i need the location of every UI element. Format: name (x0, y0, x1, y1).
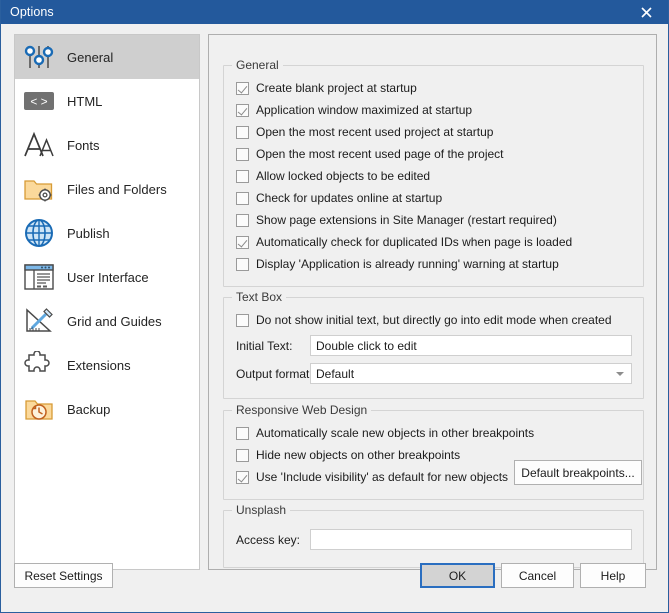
puzzle-piece-icon (23, 349, 55, 381)
settings-panel: General Create blank project at startup … (208, 34, 657, 570)
checkbox-label: Automatically check for duplicated IDs w… (256, 235, 572, 249)
sidebar-item-label: Backup (67, 402, 110, 417)
sidebar-item-extensions[interactable]: Extensions (15, 343, 199, 387)
checkbox-use-include-visibility[interactable]: Use 'Include visibility' as default for … (236, 469, 508, 485)
sidebar-item-label: General (67, 50, 113, 65)
checkbox-open-recent-page[interactable]: Open the most recent used page of the pr… (236, 146, 504, 162)
checkbox-open-recent-project[interactable]: Open the most recent used project at sta… (236, 124, 493, 140)
checkbox-box[interactable] (236, 214, 249, 227)
checkbox-label: Open the most recent used project at sta… (256, 125, 493, 139)
help-button[interactable]: Help (580, 563, 646, 588)
sidebar-item-label: User Interface (67, 270, 149, 285)
checkbox-do-not-show-initial-text[interactable]: Do not show initial text, but directly g… (236, 312, 612, 328)
category-sidebar: General < > HTML Fonts (14, 34, 200, 570)
svg-text:< >: < > (30, 95, 47, 109)
checkbox-label: Display 'Application is already running'… (256, 257, 559, 271)
title-bar: Options (1, 0, 668, 24)
checkbox-box[interactable] (236, 314, 249, 327)
access-key-label: Access key: (236, 533, 300, 547)
checkbox-check-updates-online[interactable]: Check for updates online at startup (236, 190, 442, 206)
checkbox-allow-locked-objects-edit[interactable]: Allow locked objects to be edited (236, 168, 430, 184)
checkbox-label: Application window maximized at startup (256, 103, 472, 117)
checkbox-box[interactable] (236, 236, 249, 249)
sidebar-item-label: Extensions (67, 358, 131, 373)
checkbox-label: Check for updates online at startup (256, 191, 442, 205)
checkbox-box[interactable] (236, 126, 249, 139)
dialog-footer: Reset Settings OK Cancel Help (1, 554, 668, 612)
ok-button[interactable]: OK (420, 563, 495, 588)
checkbox-hide-new-objects[interactable]: Hide new objects on other breakpoints (236, 447, 460, 463)
access-key-input[interactable] (310, 529, 632, 550)
sidebar-item-label: Grid and Guides (67, 314, 162, 329)
font-aa-icon (23, 129, 55, 161)
checkbox-label: Open the most recent used page of the pr… (256, 147, 504, 161)
checkbox-auto-check-duplicated-ids[interactable]: Automatically check for duplicated IDs w… (236, 234, 572, 250)
sliders-icon (23, 41, 55, 73)
checkbox-label: Automatically scale new objects in other… (256, 426, 534, 440)
checkbox-label: Use 'Include visibility' as default for … (256, 470, 508, 484)
chevron-down-icon (616, 372, 624, 376)
text-box-group: Text Box Do not show initial text, but d… (223, 297, 644, 399)
checkbox-box[interactable] (236, 104, 249, 117)
close-icon[interactable] (624, 0, 668, 24)
sidebar-item-fonts[interactable]: Fonts (15, 123, 199, 167)
output-format-label: Output format: (236, 367, 313, 381)
window-title: Options (1, 5, 54, 19)
output-format-select[interactable]: Default (310, 363, 632, 384)
checkbox-label: Show page extensions in Site Manager (re… (256, 213, 557, 227)
checkbox-box[interactable] (236, 148, 249, 161)
window-layout-icon (23, 261, 55, 293)
checkbox-box[interactable] (236, 170, 249, 183)
checkbox-box[interactable] (236, 471, 249, 484)
checkbox-auto-scale-new-objects[interactable]: Automatically scale new objects in other… (236, 425, 534, 441)
output-format-value: Default (316, 367, 354, 381)
sidebar-item-label: HTML (67, 94, 102, 109)
sidebar-item-backup[interactable]: Backup (15, 387, 199, 431)
sidebar-item-files-and-folders[interactable]: Files and Folders (15, 167, 199, 211)
initial-text-input[interactable] (310, 335, 632, 356)
sidebar-item-label: Files and Folders (67, 182, 167, 197)
default-breakpoints-button[interactable]: Default breakpoints... (514, 460, 642, 485)
ruler-pencil-icon (23, 305, 55, 337)
checkbox-show-page-extensions[interactable]: Show page extensions in Site Manager (re… (236, 212, 557, 228)
sidebar-item-user-interface[interactable]: User Interface (15, 255, 199, 299)
checkbox-box[interactable] (236, 82, 249, 95)
general-group: General Create blank project at startup … (223, 65, 644, 287)
checkbox-box[interactable] (236, 427, 249, 440)
rwd-group-title: Responsive Web Design (232, 403, 371, 417)
globe-icon (23, 217, 55, 249)
checkbox-label: Do not show initial text, but directly g… (256, 313, 612, 327)
checkbox-label: Allow locked objects to be edited (256, 169, 430, 183)
sidebar-item-label: Fonts (67, 138, 100, 153)
dialog-body: General < > HTML Fonts (1, 24, 668, 612)
code-brackets-icon: < > (23, 85, 55, 117)
folder-gear-icon (23, 173, 55, 205)
sidebar-item-publish[interactable]: Publish (15, 211, 199, 255)
checkbox-create-blank-project[interactable]: Create blank project at startup (236, 80, 417, 96)
checkbox-box[interactable] (236, 449, 249, 462)
folder-clock-icon (23, 393, 55, 425)
cancel-button[interactable]: Cancel (501, 563, 574, 588)
reset-settings-button[interactable]: Reset Settings (14, 563, 113, 588)
initial-text-label: Initial Text: (236, 339, 292, 353)
checkbox-label: Create blank project at startup (256, 81, 417, 95)
text-box-group-title: Text Box (232, 290, 286, 304)
sidebar-item-general[interactable]: General (15, 35, 199, 79)
checkbox-box[interactable] (236, 192, 249, 205)
unsplash-group-title: Unsplash (232, 503, 290, 517)
responsive-web-design-group: Responsive Web Design Automatically scal… (223, 410, 644, 500)
sidebar-item-label: Publish (67, 226, 110, 241)
sidebar-item-grid-and-guides[interactable]: Grid and Guides (15, 299, 199, 343)
checkbox-box[interactable] (236, 258, 249, 271)
checkbox-label: Hide new objects on other breakpoints (256, 448, 460, 462)
checkbox-app-window-maximized[interactable]: Application window maximized at startup (236, 102, 472, 118)
options-dialog: Options General (0, 0, 669, 613)
general-group-title: General (232, 58, 283, 72)
checkbox-display-already-running-warning[interactable]: Display 'Application is already running'… (236, 256, 559, 272)
sidebar-item-html[interactable]: < > HTML (15, 79, 199, 123)
